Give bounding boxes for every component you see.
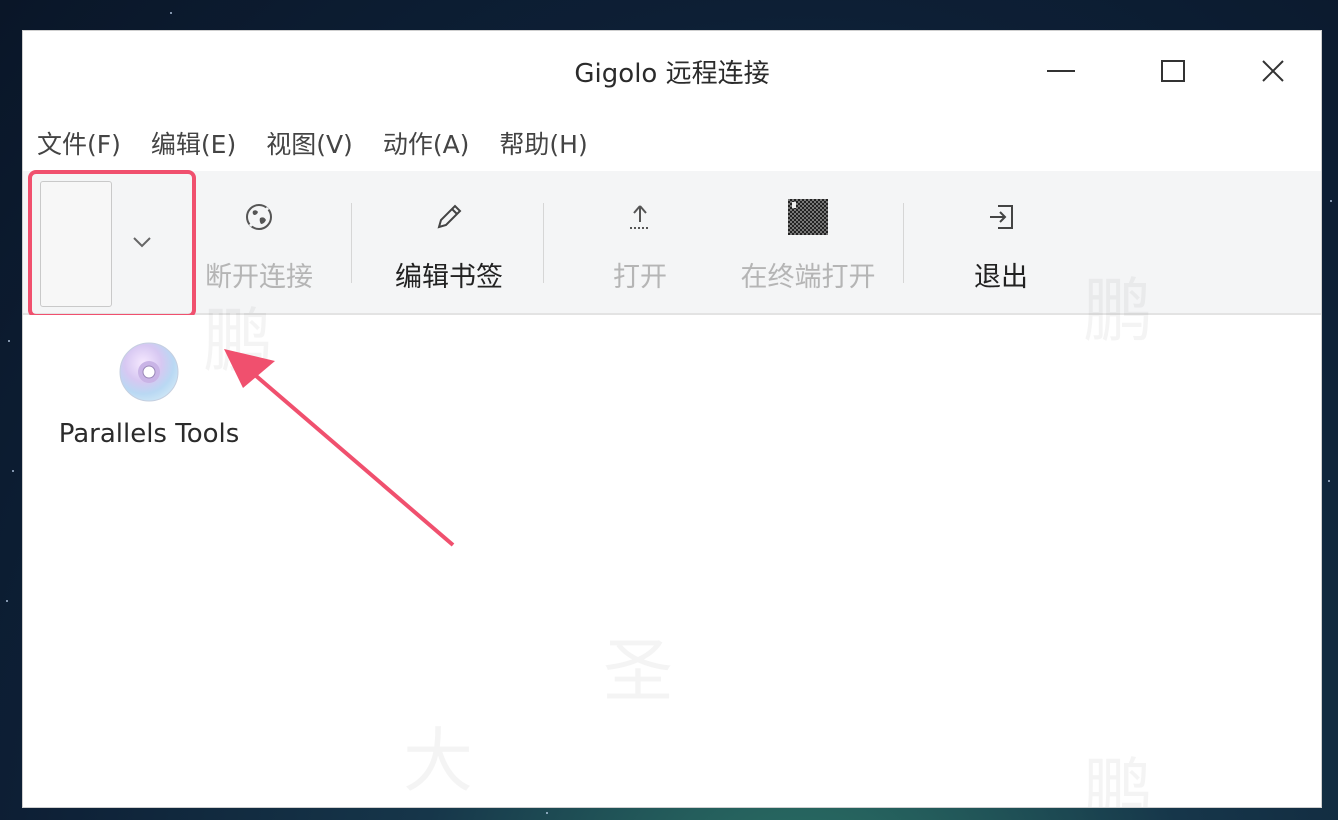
star [1328, 480, 1330, 482]
watermark: 圣 [603, 615, 673, 716]
star [546, 812, 548, 814]
disconnect-button[interactable]: 断开连接 [199, 171, 319, 315]
star [8, 340, 10, 342]
list-item-label: Parallels Tools [58, 419, 240, 449]
edit-bookmark-label: 编辑书签 [395, 262, 503, 293]
gigolo-window: Gigolo 远程连接 文件(F) 编辑(E) 视图(V) 动作(A) 帮助(H… [22, 30, 1322, 808]
chevron-down-icon [133, 237, 151, 248]
menu-view[interactable]: 视图(V) [266, 125, 353, 165]
bookmark-area: Parallels Tools 鹏 圣 大 鹏 鹏 [23, 270, 1321, 807]
window-title: Gigolo 远程连接 [574, 59, 770, 89]
maximize-button[interactable] [1153, 53, 1193, 89]
globe-disconnect-icon [246, 204, 272, 230]
list-item[interactable]: Parallels Tools [49, 341, 249, 449]
star [6, 600, 8, 602]
title-bar[interactable]: Gigolo 远程连接 [23, 31, 1321, 111]
connect-dropdown-button[interactable] [123, 227, 161, 257]
minimize-button[interactable] [1041, 53, 1081, 89]
menu-bar: 文件(F) 编辑(E) 视图(V) 动作(A) 帮助(H) [37, 125, 618, 165]
toolbar-separator [351, 203, 352, 283]
open-terminal-button[interactable]: 在终端打开 [735, 171, 881, 315]
watermark: 鹏 [1083, 735, 1153, 807]
terminal-icon [788, 199, 828, 235]
open-label: 打开 [613, 262, 667, 293]
quit-button[interactable]: 退出 [963, 171, 1039, 315]
cd-disc-icon [119, 342, 179, 402]
menu-edit[interactable]: 编辑(E) [151, 125, 236, 165]
edit-bookmark-button[interactable]: 编辑书签 [389, 171, 509, 315]
star [170, 12, 172, 14]
pencil-icon [437, 204, 462, 229]
toolbar-separator [543, 203, 544, 283]
open-terminal-label: 在终端打开 [740, 262, 876, 293]
maximize-icon [1161, 60, 1185, 82]
star [1330, 200, 1332, 202]
toolbar: 连接 断开连接 编辑书签 [23, 171, 1321, 315]
exit-icon [990, 205, 1013, 229]
star [12, 470, 14, 472]
menu-file[interactable]: 文件(F) [37, 125, 121, 165]
open-upload-icon [630, 205, 650, 229]
disconnect-label: 断开连接 [205, 262, 313, 293]
minimize-icon [1047, 70, 1075, 72]
open-button[interactable]: 打开 [607, 171, 673, 315]
close-button[interactable] [1253, 53, 1293, 89]
close-icon [1262, 60, 1284, 82]
menu-action[interactable]: 动作(A) [383, 125, 470, 165]
connect-button-frame [40, 181, 112, 307]
watermark: 大 [403, 705, 473, 806]
toolbar-separator [903, 203, 904, 283]
menu-help[interactable]: 帮助(H) [499, 125, 587, 165]
quit-label: 退出 [974, 262, 1028, 293]
